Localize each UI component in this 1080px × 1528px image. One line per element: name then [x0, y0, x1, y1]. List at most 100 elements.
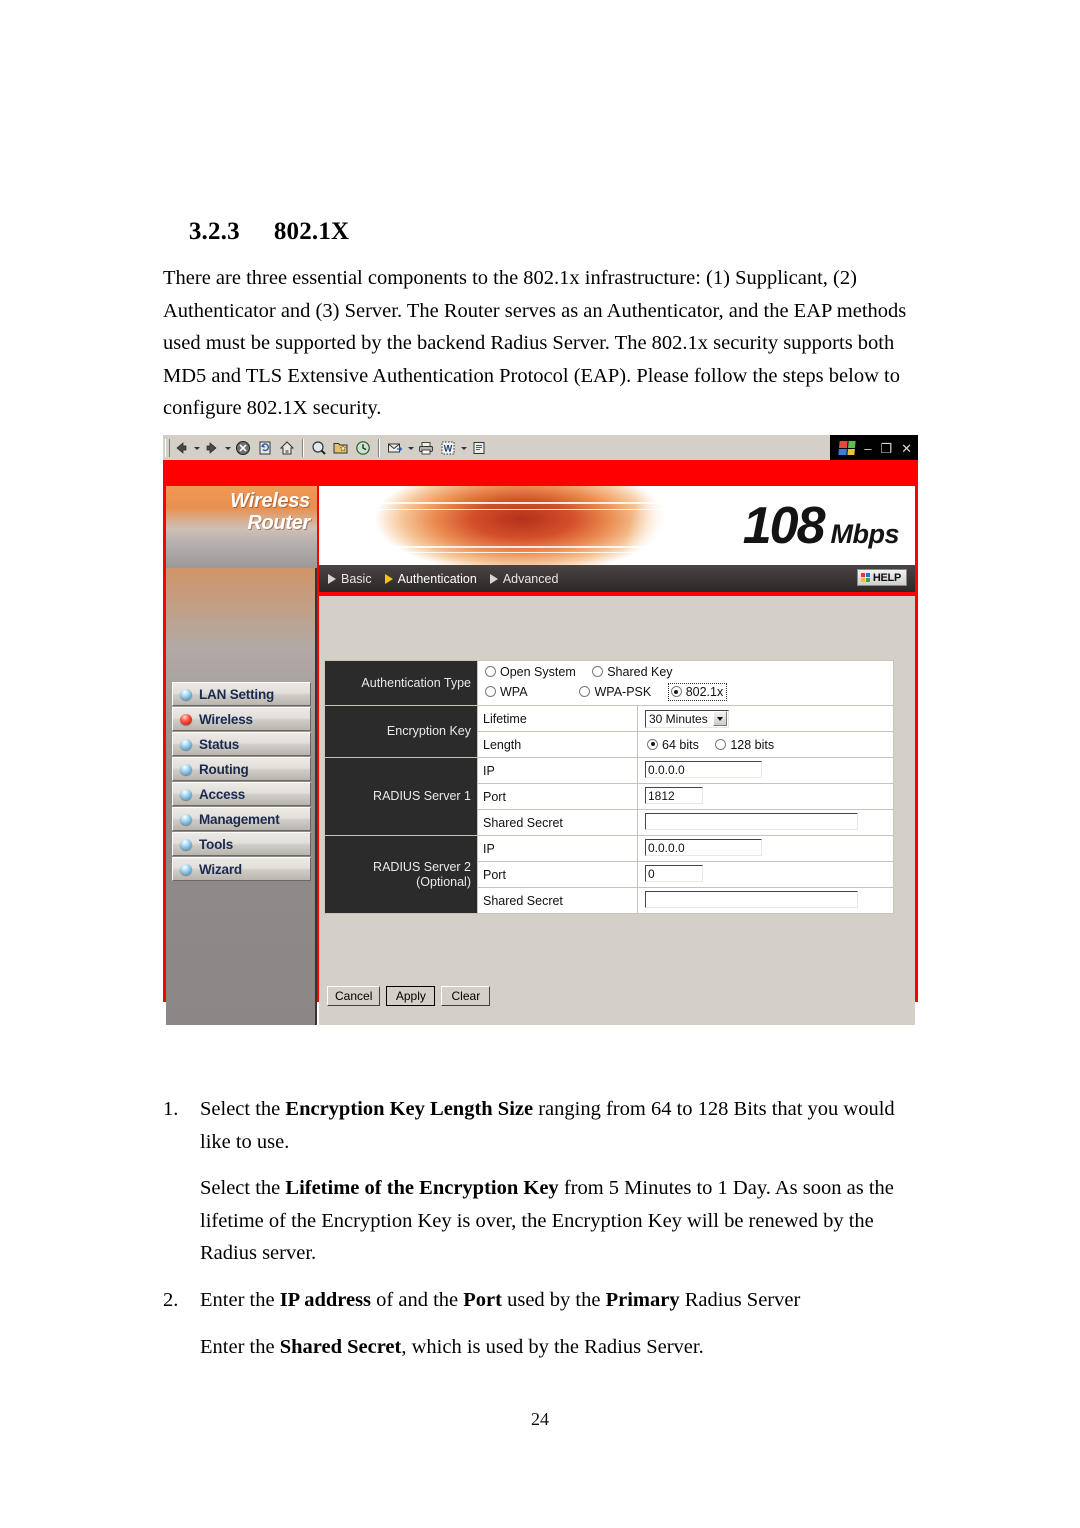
- tab-label: Advanced: [502, 571, 559, 586]
- bullet-icon: [180, 688, 192, 700]
- sidebar-item-label: Wizard: [199, 861, 242, 877]
- help-logo-icon: [860, 573, 870, 582]
- mail-icon[interactable]: [385, 438, 405, 458]
- tab-authentication[interactable]: Authentication: [384, 572, 477, 586]
- bullet-icon: [180, 788, 192, 800]
- edit-dropdown-icon[interactable]: [459, 439, 468, 457]
- tab-label: Basic: [341, 571, 372, 586]
- toolbar-separator: [302, 438, 304, 457]
- clear-button[interactable]: Clear: [441, 986, 491, 1006]
- sidebar-item-lan-setting[interactable]: LAN Setting: [172, 682, 311, 706]
- speed-label: 108 Mbps: [742, 497, 900, 555]
- home-icon[interactable]: [277, 438, 297, 458]
- discuss-icon[interactable]: [469, 438, 489, 458]
- row-radius1-ip: RADIUS Server 1 IP 0.0.0.0: [324, 757, 894, 836]
- sidebar-item-label: Access: [199, 786, 246, 802]
- sidebar-item-label: Routing: [199, 761, 249, 777]
- chevron-right-icon: [489, 573, 498, 584]
- radius2-port-input[interactable]: 0: [645, 864, 703, 882]
- favorites-icon[interactable]: [331, 438, 351, 458]
- lifetime-label: Lifetime: [477, 705, 638, 732]
- radio-128-bits[interactable]: 128 bits: [715, 738, 774, 752]
- main-panel: 108 Mbps Basic Authentication Advanced H…: [319, 486, 915, 1025]
- refresh-icon[interactable]: [255, 438, 275, 458]
- sidebar-item-label: Status: [199, 736, 240, 752]
- radio-wpa-psk[interactable]: WPA-PSK: [579, 685, 651, 699]
- chevron-down-icon[interactable]: [712, 711, 727, 726]
- radio-802-1x[interactable]: 802.1x: [667, 683, 728, 701]
- cancel-button[interactable]: Cancel: [327, 986, 381, 1006]
- radius2-ip-label: IP: [477, 835, 638, 862]
- radius-server-2-label: RADIUS Server 2 (Optional): [324, 835, 478, 914]
- forward-dropdown-icon[interactable]: [223, 439, 232, 457]
- radius1-secret-label: Shared Secret: [477, 809, 638, 836]
- radius1-port-input[interactable]: 1812: [645, 786, 703, 804]
- radio-wpa[interactable]: WPA: [485, 685, 563, 699]
- radio-open-system[interactable]: Open System: [485, 665, 576, 679]
- forward-icon[interactable]: [202, 438, 222, 458]
- bullet-icon: [180, 863, 192, 875]
- search-icon[interactable]: [309, 438, 329, 458]
- radius-server-1-label: RADIUS Server 1: [324, 757, 478, 836]
- bullet-icon: [180, 813, 192, 825]
- sidebar-item-management[interactable]: Management: [172, 807, 311, 831]
- back-dropdown-icon[interactable]: [192, 439, 201, 457]
- sidebar-item-wireless[interactable]: Wireless: [172, 707, 311, 731]
- sidebar-item-label: Management: [199, 811, 280, 827]
- section-number: 3.2.3: [188, 218, 240, 245]
- encryption-key-label: Encryption Key: [324, 705, 478, 758]
- mail-dropdown-icon[interactable]: [406, 439, 415, 457]
- page-number: 24: [531, 1409, 549, 1429]
- lifetime-select[interactable]: 30 Minutes: [645, 709, 729, 728]
- radio-icon: [485, 666, 496, 677]
- chevron-right-icon: [328, 573, 336, 584]
- sidebar-item-access[interactable]: Access: [172, 782, 311, 806]
- close-button[interactable]: ✕: [901, 442, 912, 455]
- sidebar-item-status[interactable]: Status: [172, 732, 311, 756]
- radius2-ip-input[interactable]: 0.0.0.0: [645, 838, 762, 856]
- speed-banner: 108 Mbps: [319, 486, 915, 565]
- radius2-secret-input[interactable]: [645, 890, 858, 908]
- settings-table: Authentication Type Open System Shared K…: [324, 660, 894, 914]
- back-icon[interactable]: [171, 438, 191, 458]
- restore-button[interactable]: ❐: [880, 442, 892, 455]
- browser-toolbar: W – ❐ ✕: [163, 434, 918, 461]
- radio-selected-icon: [647, 738, 658, 750]
- radio-label: Shared Key: [607, 665, 673, 679]
- radio-label: WPA: [500, 685, 528, 699]
- print-icon[interactable]: [416, 438, 436, 458]
- sidebar-item-routing[interactable]: Routing: [172, 757, 311, 781]
- length-label: Length: [477, 731, 638, 758]
- list-item: 2. Enter the IP address of and the Port …: [163, 1284, 923, 1363]
- radio-64-bits[interactable]: 64 bits: [647, 738, 699, 752]
- radio-icon: [485, 686, 496, 697]
- speed-number: 108: [742, 497, 826, 555]
- radio-label: 802.1x: [685, 685, 724, 699]
- section-title: 802.1X: [273, 218, 350, 245]
- radio-shared-key[interactable]: Shared Key: [592, 665, 673, 679]
- sidebar-item-label: LAN Setting: [199, 686, 275, 702]
- tab-advanced[interactable]: Advanced: [489, 571, 559, 586]
- apply-button[interactable]: Apply: [386, 986, 436, 1006]
- step-1-paragraph-1: Select the Encryption Key Length Size ra…: [200, 1098, 895, 1153]
- history-icon[interactable]: [353, 438, 373, 458]
- minimize-button[interactable]: –: [864, 442, 871, 455]
- sidebar-item-tools[interactable]: Tools: [172, 832, 311, 856]
- svg-text:W: W: [444, 443, 453, 453]
- radius1-secret-input[interactable]: [645, 812, 858, 830]
- radio-selected-icon: [670, 686, 682, 697]
- bullet-icon: [180, 838, 192, 850]
- tab-basic[interactable]: Basic: [328, 572, 372, 586]
- radius2-label-line1: RADIUS Server 2: [373, 859, 471, 874]
- list-marker: 2.: [163, 1288, 179, 1311]
- toolbar-grip: [165, 438, 170, 457]
- nav-tabs: Basic Authentication Advanced HELP: [319, 565, 915, 596]
- help-button[interactable]: HELP: [856, 569, 907, 586]
- radio-label: 128 bits: [730, 737, 775, 752]
- sidebar-item-wizard[interactable]: Wizard: [172, 857, 311, 881]
- radius1-ip-input[interactable]: 0.0.0.0: [645, 760, 762, 778]
- intro-paragraph: There are three essential components to …: [163, 267, 907, 420]
- edit-icon[interactable]: W: [438, 438, 458, 458]
- stop-icon[interactable]: [233, 438, 253, 458]
- form-buttons: Cancel Apply Clear: [327, 986, 491, 1006]
